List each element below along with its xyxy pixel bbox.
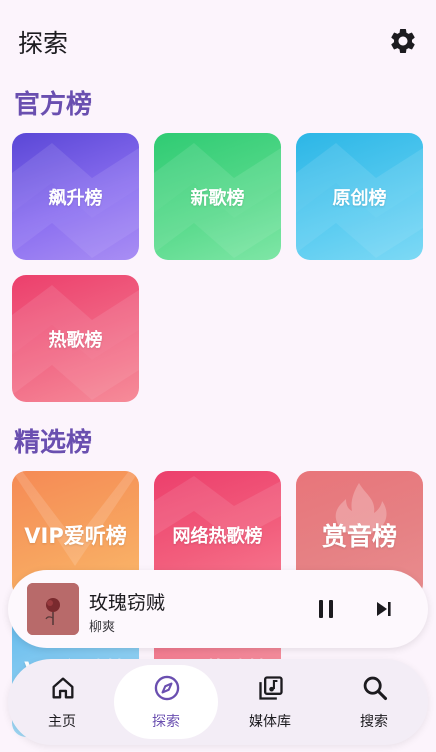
nav-item-explore[interactable]: 探索 [114,659,218,745]
chart-card-hot-songs[interactable]: 热歌榜 [12,275,139,402]
nav-item-home[interactable]: 主页 [12,659,112,745]
chart-card-label: VIP爱听榜 [24,523,127,548]
bottom-navigation: 主页 探索 媒体库 搜索 [8,659,428,745]
chart-card-label: 飙升榜 [48,187,103,209]
chart-card-original[interactable]: 原创榜 [296,133,423,260]
artist-name: 柳爽 [89,620,116,635]
chart-card-new-songs[interactable]: 新歌榜 [154,133,281,260]
nav-label: 主页 [48,714,76,730]
mini-player[interactable]: 玫瑰窃贼 柳爽 [8,570,428,648]
chart-card-label: 赏音榜 [321,521,397,551]
chart-card-label: 新歌榜 [190,187,245,209]
nav-item-library[interactable]: 媒体库 [220,659,320,745]
chart-card-label: 网络热歌榜 [172,525,263,547]
page-title: 探索 [18,29,69,58]
song-title: 玫瑰窃贼 [89,592,166,614]
search-icon [363,676,388,701]
skip-next-icon[interactable] [374,599,394,619]
nav-label: 探索 [152,714,180,730]
nav-label: 搜索 [360,714,388,730]
chart-card-soaring[interactable]: 飙升榜 [12,133,139,260]
nav-label: 媒体库 [249,714,291,730]
section-title-official: 官方榜 [14,90,93,120]
chart-card-label: 原创榜 [332,187,387,209]
section-title-featured: 精选榜 [14,428,93,458]
gear-icon[interactable] [388,26,418,56]
pause-icon[interactable] [316,598,336,620]
home-icon [52,677,74,699]
music-library-icon [259,676,283,700]
chart-card-label: 热歌榜 [48,329,103,351]
rose-icon [27,583,79,635]
nav-item-search[interactable]: 搜索 [324,659,424,745]
album-cover [27,583,79,635]
compass-icon [154,675,180,701]
top-bar: 探索 [0,0,436,80]
